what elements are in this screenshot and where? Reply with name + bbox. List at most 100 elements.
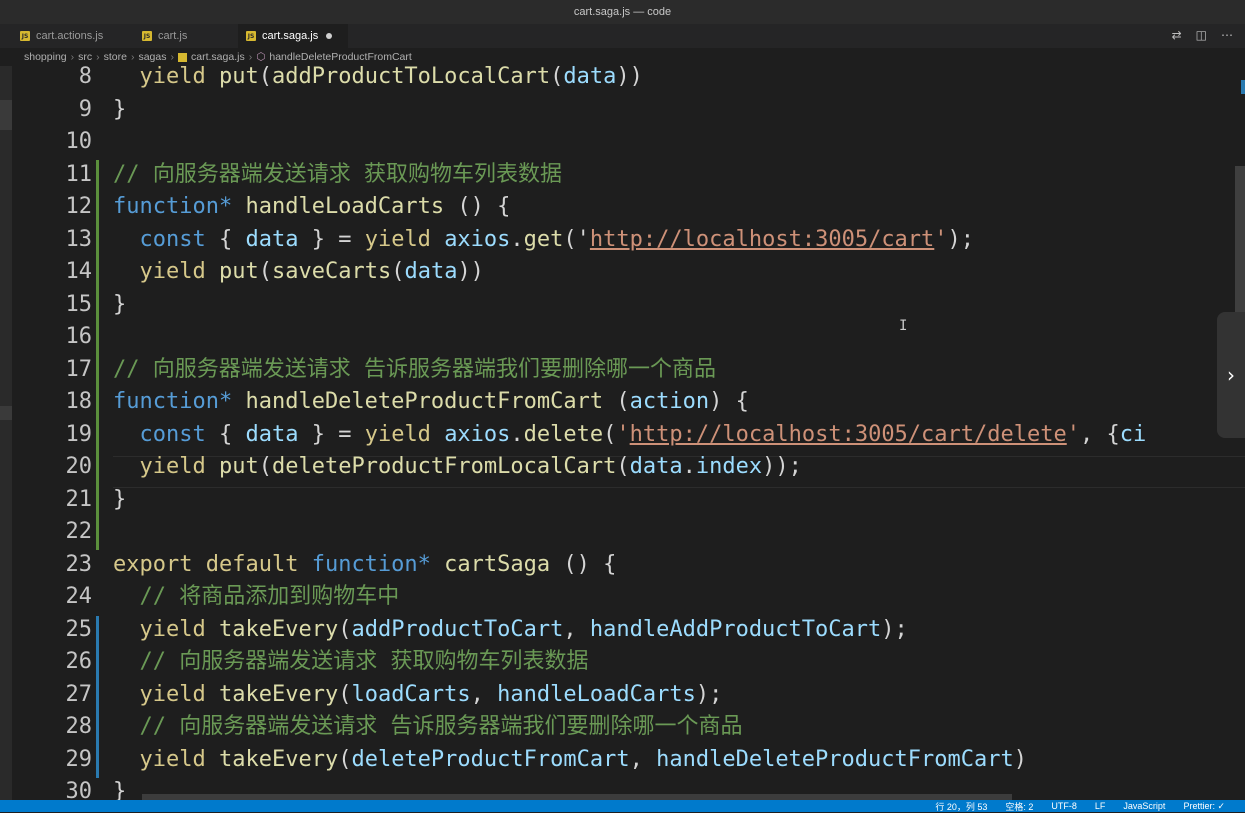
code-line[interactable]: 20 yield put(deleteProductFromLocalCart(…: [12, 451, 1245, 484]
code-token: data: [404, 259, 458, 284]
chevron-right-icon[interactable]: ›: [1217, 312, 1245, 438]
code-token: addProductToLocalCart: [271, 66, 551, 89]
code-token: handleDeleteProductFromCart: [245, 389, 604, 414]
code-line[interactable]: 8 yield put(addProductToLocalCart(data)): [12, 66, 1245, 94]
code-token: put: [218, 454, 259, 479]
activity-bar-item[interactable]: [0, 100, 12, 130]
code-line[interactable]: 29 yield takeEvery(deleteProductFromCart…: [12, 744, 1245, 777]
breadcrumb-item[interactable]: shopping: [24, 51, 67, 63]
code-line[interactable]: 14 yield put(saveCarts(data)): [12, 256, 1245, 289]
code-line[interactable]: 9}: [12, 94, 1245, 127]
code-token: ,: [563, 616, 590, 642]
breadcrumb-item[interactable]: src: [78, 51, 92, 63]
code-line[interactable]: 13 const { data } = yield axios.get('htt…: [12, 224, 1245, 257]
code-token: yield: [139, 66, 206, 89]
code-token: (: [616, 454, 630, 479]
js-file-icon: JS: [142, 31, 152, 41]
code-token: handleLoadCarts: [497, 681, 696, 707]
code-token: function*: [311, 551, 431, 577]
status-encoding[interactable]: UTF-8: [1051, 801, 1077, 811]
status-prettier[interactable]: Prettier: ✓: [1183, 801, 1225, 812]
line-number: 18: [65, 389, 93, 414]
code-line[interactable]: 23 export default function* cartSaga () {: [12, 549, 1245, 582]
code-token: (: [338, 746, 352, 772]
unsaved-dot-icon[interactable]: [326, 33, 333, 39]
more-actions-icon[interactable]: ⋯: [1221, 28, 1233, 42]
code-line[interactable]: 17 // 向服务器端发送请求 告诉服务器端我们要删除哪一个商品: [12, 354, 1245, 387]
code-line[interactable]: 10: [12, 126, 1245, 159]
status-indentation[interactable]: 空格: 2: [1005, 800, 1033, 813]
code-token: // 向服务器端发送请求 告诉服务器端我们要删除哪一个商品: [113, 356, 716, 382]
chevron-right-icon: ›: [70, 51, 75, 63]
scrollbar-cursor-marker: [1241, 80, 1245, 94]
code-line[interactable]: 28 // 向服务器端发送请求 告诉服务器端我们要删除哪一个商品: [12, 711, 1245, 744]
activity-bar-item[interactable]: [0, 406, 12, 420]
code-token: yield: [139, 681, 206, 707]
source-control-icon[interactable]: ⇄: [1172, 28, 1182, 42]
code-token: () {: [550, 551, 617, 577]
line-number: 13: [65, 226, 93, 252]
code-line[interactable]: 26 // 向服务器端发送请求 获取购物车列表数据: [12, 646, 1245, 679]
line-code: yield put(saveCarts(data)): [113, 256, 484, 289]
tab-cart-saga[interactable]: JS cart.saga.js: [238, 24, 348, 48]
tab-cart-actions[interactable]: JS cart.actions.js: [12, 24, 132, 48]
code-token: // 向服务器端发送请求 获取购物车列表数据: [139, 649, 589, 674]
code-token: get: [523, 226, 564, 252]
breadcrumb-item[interactable]: sagas: [138, 51, 166, 63]
line-code: const { data } = yield axios.get('http:/…: [113, 224, 975, 257]
code-line[interactable]: 25 yield takeEvery(addProductToCart, han…: [12, 614, 1245, 647]
line-code: // 向服务器端发送请求 告诉服务器端我们要删除哪一个商品: [113, 354, 716, 387]
code-token: data: [629, 454, 683, 479]
line-code: // 向服务器端发送请求 告诉服务器端我们要删除哪一个商品: [113, 711, 743, 744]
code-line[interactable]: 15}: [12, 289, 1245, 322]
code-line[interactable]: 21}: [12, 484, 1245, 517]
code-line[interactable]: 27 yield takeEvery(loadCarts, handleLoad…: [12, 679, 1245, 712]
code-token: ': [1066, 421, 1080, 447]
code-line[interactable]: 18 function* handleDeleteProductFromCart …: [12, 386, 1245, 419]
line-code: yield takeEvery(addProductToCart, handle…: [113, 614, 908, 647]
code-editor[interactable]: 8 yield put(addProductToLocalCart(data))…: [12, 66, 1245, 800]
code-token: (: [338, 616, 352, 642]
code-token: )): [457, 259, 484, 284]
code-line[interactable]: 19 const { data } = yield axios.delete('…: [12, 419, 1245, 452]
code-line[interactable]: 12 function* handleLoadCarts () {: [12, 191, 1245, 224]
status-language[interactable]: JavaScript: [1123, 801, 1165, 811]
code-token: // 向服务器端发送请求 获取购物车列表数据: [113, 161, 562, 187]
code-token: axios: [444, 226, 511, 252]
breadcrumb-item[interactable]: cart.saga.js: [191, 51, 245, 63]
split-editor-icon[interactable]: ◫: [1196, 28, 1207, 42]
code-token: action: [629, 389, 710, 414]
code-token: }: [113, 486, 127, 512]
code-line[interactable]: 11 // 向服务器端发送请求 获取购物车列表数据: [12, 159, 1245, 192]
code-token: }: [113, 779, 127, 800]
code-token: data: [245, 226, 299, 252]
tab-cart[interactable]: JS cart.js: [134, 24, 234, 48]
code-token: // 将商品添加到购物车中: [139, 584, 400, 609]
line-number: 27: [65, 681, 93, 707]
line-code: yield put(deleteProductFromLocalCart(dat…: [113, 451, 802, 484]
status-eol[interactable]: LF: [1095, 801, 1106, 811]
code-token: ci: [1119, 421, 1147, 447]
code-token: saveCarts: [271, 259, 392, 284]
code-token: http://localhost:3005/cart: [589, 226, 935, 252]
code-line[interactable]: 22: [12, 516, 1245, 549]
breadcrumb-item[interactable]: store: [104, 51, 127, 63]
code-line[interactable]: 24 // 将商品添加到购物车中: [12, 581, 1245, 614]
line-number: 9: [78, 96, 92, 122]
line-number: 14: [65, 259, 93, 284]
line-code: }: [113, 484, 126, 517]
code-token: axios: [444, 421, 511, 447]
breadcrumb-item[interactable]: handleDeleteProductFromCart: [269, 51, 411, 63]
line-number: 29: [65, 746, 93, 772]
line-number: 19: [65, 421, 93, 447]
status-cursor-position[interactable]: 行 20，列 53: [935, 800, 987, 813]
code-token: takeEvery: [218, 616, 339, 642]
code-line[interactable]: 16: [12, 321, 1245, 354]
